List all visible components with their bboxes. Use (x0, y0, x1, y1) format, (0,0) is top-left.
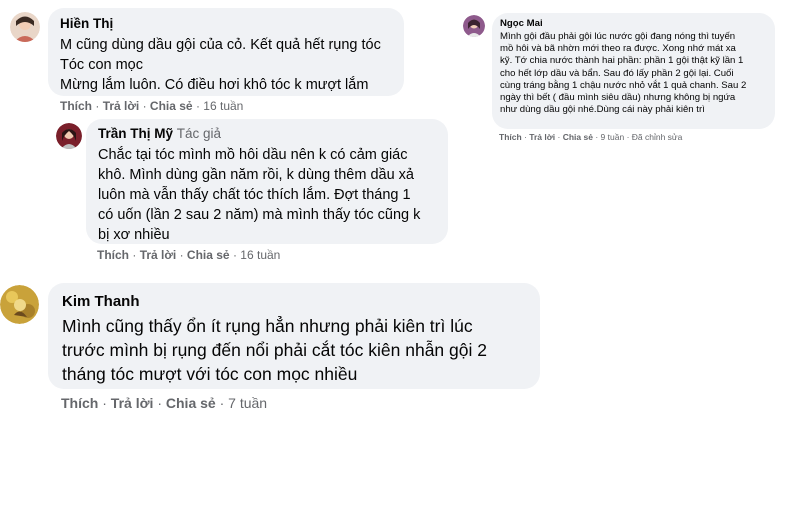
separator: · (179, 248, 187, 262)
separator: · (157, 395, 166, 411)
like-button[interactable]: Thích (97, 248, 129, 262)
comment-text: trước mình bị rụng đến nổi phải cắt tóc … (62, 340, 487, 360)
comment-text: khô. Mình dùng gần năm rồi, k dùng thêm … (98, 167, 414, 183)
comment-text: ngày thì bết ( đầu mình siêu dầu) nhưng … (500, 92, 736, 104)
comment-text: bị xơ nhiều (98, 227, 170, 243)
comment-actions: Thích · Trả lời · Chia sẻ · 7 tuần (61, 394, 267, 412)
like-button[interactable]: Thích (499, 132, 522, 142)
timestamp[interactable]: 16 tuần (203, 99, 243, 113)
reply-button[interactable]: Trả lời (140, 248, 177, 262)
share-button[interactable]: Chia sẻ (187, 248, 230, 262)
share-button[interactable]: Chia sẻ (150, 99, 193, 113)
author-name[interactable]: Trần Thị Mỹ (98, 126, 173, 141)
comment-text: như dùng dầu gội nhé.Dùng cái này phải k… (500, 104, 705, 116)
reply-button[interactable]: Trả lời (111, 395, 154, 411)
comment-text: luôn mà vẫn thấy chất tóc thích lắm. Đợt… (98, 187, 411, 203)
comment-bubble: Hiền Thị M cũng dùng dầu gội của cỏ. Kết… (48, 8, 404, 96)
avatar[interactable] (56, 123, 82, 149)
comment-text: Tóc con mọc (60, 57, 143, 73)
avatar[interactable] (463, 15, 485, 37)
like-button[interactable]: Thích (60, 99, 92, 113)
comment-actions: Thích · Trả lời · Chia sẻ · 9 tuần · Đã … (499, 132, 682, 143)
comment-text: mồ hôi và bã nhờn mới theo ra được. Xong… (500, 43, 736, 55)
comment-text: có uốn (lần 2 sau 2 năm) mà mình thấy tó… (98, 207, 421, 223)
timestamp[interactable]: 9 tuần (601, 132, 625, 142)
separator: · (219, 395, 229, 411)
comment-text: cùng tráng bằng 1 chậu nước nhỏ vắt 1 qu… (500, 79, 747, 91)
avatar[interactable] (10, 12, 40, 42)
comment-text: kỹ. Tớ chia nước thành hai phần: phần 1 … (500, 55, 744, 67)
comment-bubble: Kim Thanh Mình cũng thấy ổn ít rụng hẳn … (48, 283, 540, 389)
separator: · (102, 395, 111, 411)
reply-button[interactable]: Trả lời (103, 99, 140, 113)
comment-author[interactable]: Hiền Thị (60, 15, 392, 33)
reply-bubble: Trần Thị Mỹ Tác giả Chắc tại tóc mình mồ… (86, 119, 448, 244)
comment-author[interactable]: Kim Thanh (62, 292, 526, 312)
comment-author: Trần Thị Mỹ Tác giả (98, 125, 436, 143)
comment-text: M cũng dùng dầu gội của cỏ. Kết quả hết … (60, 37, 381, 53)
comment-text: Mình gội đầu phải gội lúc nước gội đang … (500, 31, 736, 42)
comment-text: Mình cũng thấy ổn ít rụng hẳn nhưng phải… (62, 316, 473, 336)
timestamp[interactable]: 7 tuần (228, 395, 267, 411)
edited-label[interactable]: Đã chỉnh sửa (632, 132, 683, 142)
comment-actions: Thích · Trả lời · Chia sẻ · 16 tuần (60, 99, 243, 113)
comment-text: tháng tóc mượt với tóc con mọc nhiều (62, 364, 358, 384)
comment-text: Chắc tại tóc mình mồ hôi dầu nên k có cả… (98, 147, 408, 163)
like-button[interactable]: Thích (61, 395, 98, 411)
comment-text: cho hết lớp dầu và bẩn. Sau đó lấy phần … (500, 67, 734, 79)
separator: · (142, 99, 150, 113)
comment-actions: Thích · Trả lời · Chia sẻ · 16 tuần (97, 248, 280, 262)
author-badge: Tác giả (176, 126, 222, 141)
comment-bubble: Ngọc Mai Mình gội đầu phải gội lúc nước … (492, 13, 775, 129)
reply-button[interactable]: Trả lời (529, 132, 555, 142)
separator: · (95, 99, 103, 113)
timestamp[interactable]: 16 tuần (240, 248, 280, 262)
share-button[interactable]: Chia sẻ (563, 132, 593, 142)
comment-text: Mừng lắm luôn. Có điều hơi khô tóc k mượ… (60, 77, 369, 93)
separator: · (132, 248, 140, 262)
comment-author[interactable]: Ngọc Mai (500, 18, 767, 30)
share-button[interactable]: Chia sẻ (166, 395, 216, 411)
avatar[interactable] (0, 285, 39, 324)
